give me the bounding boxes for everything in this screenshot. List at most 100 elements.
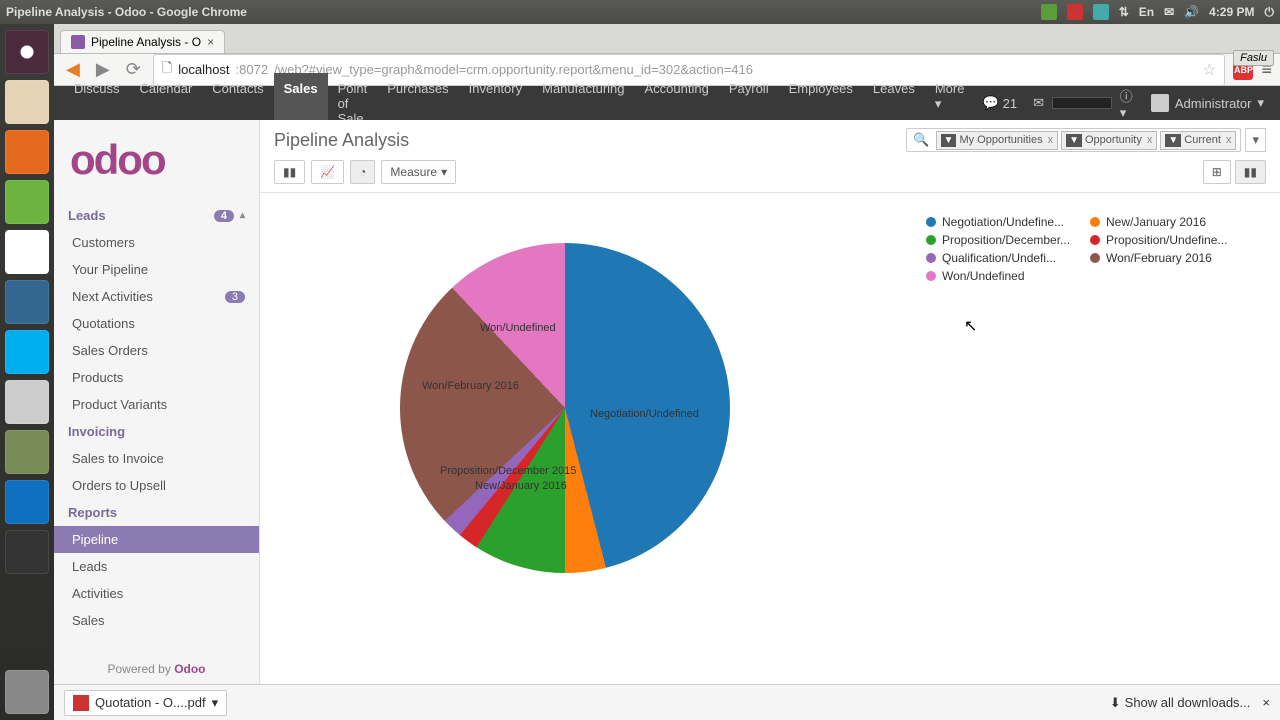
- swatch-icon: [926, 271, 936, 281]
- filter-chip[interactable]: ▼Opportunityx: [1061, 131, 1157, 150]
- power-icon[interactable]: ⏻: [1265, 5, 1275, 20]
- sidebar-item-sales-orders[interactable]: Sales Orders: [54, 337, 259, 364]
- unity-launcher: [0, 24, 54, 720]
- slice-label: New/January 2016: [475, 480, 567, 492]
- legend-item[interactable]: Negotiation/Undefine...: [926, 215, 1086, 229]
- sidebar-item-pipeline[interactable]: Pipeline: [54, 526, 259, 553]
- help-icon[interactable]: ⓘ ▾: [1112, 86, 1145, 121]
- sidebar-item-sales-to-invoice[interactable]: Sales to Invoice: [54, 445, 259, 472]
- search-box[interactable]: 🔍 ▼My Opportunitiesx▼Opportunityx▼Curren…: [906, 128, 1241, 152]
- sidebar-item-quotations[interactable]: Quotations: [54, 310, 259, 337]
- app-icon[interactable]: [5, 530, 49, 574]
- download-item[interactable]: Quotation - O....pdf ▾: [64, 690, 227, 716]
- legend-item[interactable]: Won/February 2016: [1090, 251, 1250, 265]
- pgadmin-icon[interactable]: [5, 280, 49, 324]
- files-icon[interactable]: [5, 80, 49, 124]
- slice-label: Proposition/December 2015: [440, 465, 576, 477]
- legend-item[interactable]: Proposition/December...: [926, 233, 1086, 247]
- odoo-navbar: DiscussCalendarContactsSalesPoint of Sal…: [54, 86, 1280, 120]
- clock[interactable]: 4:29 PM: [1209, 5, 1254, 19]
- pictures-icon[interactable]: [5, 430, 49, 474]
- legend-item[interactable]: New/January 2016: [1090, 215, 1250, 229]
- legend-item[interactable]: Won/Undefined: [926, 269, 1086, 283]
- search-dropdown[interactable]: ▾: [1245, 128, 1266, 152]
- pie-chart-button[interactable]: ◔: [350, 160, 375, 184]
- tray-icon[interactable]: [1093, 4, 1109, 20]
- mail-icon[interactable]: ✉: [1164, 5, 1174, 19]
- progress-bar[interactable]: [1052, 97, 1112, 109]
- show-all-downloads[interactable]: ⬇ Show all downloads...: [1110, 695, 1251, 711]
- favicon-icon: [71, 35, 85, 49]
- swatch-icon: [1090, 253, 1100, 263]
- window-title: Pipeline Analysis - Odoo - Google Chrome: [6, 5, 247, 19]
- pivot-view-button[interactable]: ⊞: [1203, 160, 1231, 184]
- sidebar-item-leads[interactable]: Leads: [54, 553, 259, 580]
- sidebar: odoo Leads 4 ▴ CustomersYour PipelineNex…: [54, 120, 260, 684]
- swatch-icon: [1090, 217, 1100, 227]
- swatch-icon: [926, 217, 936, 227]
- sidebar-item-activities[interactable]: Activities: [54, 580, 259, 607]
- remove-filter-icon[interactable]: x: [1224, 134, 1232, 146]
- trash-icon[interactable]: [5, 670, 49, 714]
- network-icon[interactable]: ⇅: [1119, 5, 1129, 19]
- graph-view-button[interactable]: ▮▮: [1235, 160, 1266, 184]
- search-icon[interactable]: 🔍: [907, 132, 935, 148]
- sidebar-item-products[interactable]: Products: [54, 364, 259, 391]
- filter-icon: ▼: [1165, 134, 1181, 147]
- bar-chart-button[interactable]: ▮▮: [274, 160, 305, 184]
- dash-icon[interactable]: [5, 30, 49, 74]
- odoo-logo[interactable]: odoo: [54, 126, 259, 202]
- sidebar-section-invoicing[interactable]: Invoicing: [54, 418, 259, 445]
- camera-icon[interactable]: [5, 380, 49, 424]
- sidebar-item-customers[interactable]: Customers: [54, 229, 259, 256]
- teamviewer-icon[interactable]: [5, 480, 49, 524]
- slice-label: Negotiation/Undefined: [590, 408, 699, 420]
- tray-icon[interactable]: [1067, 4, 1083, 20]
- close-icon[interactable]: ×: [1250, 695, 1270, 710]
- filter-chip[interactable]: ▼Currentx: [1160, 131, 1236, 150]
- swatch-icon: [1090, 235, 1100, 245]
- skype-icon[interactable]: [5, 330, 49, 374]
- chevron-down-icon[interactable]: ▾: [212, 695, 219, 711]
- main-content: Pipeline Analysis 🔍 ▼My Opportunitiesx▼O…: [260, 120, 1280, 684]
- chrome-icon[interactable]: [5, 230, 49, 274]
- user-name: Administrator: [1175, 96, 1252, 111]
- swatch-icon: [926, 235, 936, 245]
- sidebar-section-reports[interactable]: Reports: [54, 499, 259, 526]
- badge: 4: [214, 210, 234, 222]
- remove-filter-icon[interactable]: x: [1046, 134, 1054, 146]
- sidebar-item-orders-to-upsell[interactable]: Orders to Upsell: [54, 472, 259, 499]
- downloads-bar: Quotation - O....pdf ▾ ⬇ Show all downlo…: [54, 684, 1280, 720]
- firefox-icon[interactable]: [5, 130, 49, 174]
- pdf-icon: [73, 695, 89, 711]
- app-icon[interactable]: [5, 180, 49, 224]
- sidebar-item-product-variants[interactable]: Product Variants: [54, 391, 259, 418]
- messages-count[interactable]: 💬 21: [974, 95, 1025, 111]
- browser-tab[interactable]: Pipeline Analysis - O ×: [60, 30, 225, 53]
- mail-icon[interactable]: ✉: [1025, 95, 1052, 111]
- legend: Negotiation/Undefine... New/January 2016 P…: [926, 215, 1250, 283]
- sidebar-item-sales[interactable]: Sales: [54, 607, 259, 634]
- legend-item[interactable]: Qualification/Undefi...: [926, 251, 1086, 265]
- tab-title: Pipeline Analysis - O: [91, 35, 201, 49]
- sidebar-item-next-activities[interactable]: Next Activities3: [54, 283, 259, 310]
- pie-chart[interactable]: Negotiation/Undefined New/January 2016 Pro…: [400, 243, 740, 583]
- browser-window: Faslu Pipeline Analysis - O × ◀ ▶ ⟳ 🗋 lo…: [54, 24, 1280, 720]
- sidebar-section-sales[interactable]: Leads 4 ▴: [54, 202, 259, 229]
- volume-icon[interactable]: 🔊: [1184, 5, 1199, 19]
- remove-filter-icon[interactable]: x: [1145, 134, 1153, 146]
- odoo-body: odoo Leads 4 ▴ CustomersYour PipelineNex…: [54, 120, 1280, 684]
- measure-button[interactable]: Measure ▾: [381, 160, 456, 184]
- tray-icon[interactable]: [1041, 4, 1057, 20]
- keyboard-lang[interactable]: En: [1139, 5, 1154, 19]
- tab-close-icon[interactable]: ×: [207, 35, 214, 49]
- sidebar-item-your-pipeline[interactable]: Your Pipeline: [54, 256, 259, 283]
- bookmark-icon[interactable]: ☆: [1202, 60, 1216, 80]
- system-tray: ⇅ En ✉ 🔊 4:29 PM ⏻: [1041, 4, 1274, 20]
- slice-label: Won/Undefined: [480, 322, 556, 334]
- filter-chip[interactable]: ▼My Opportunitiesx: [936, 131, 1059, 150]
- legend-item[interactable]: Proposition/Undefine...: [1090, 233, 1250, 247]
- filter-icon: ▼: [941, 134, 957, 147]
- user-menu[interactable]: Administrator ▾: [1145, 94, 1270, 112]
- line-chart-button[interactable]: 📈: [311, 160, 344, 184]
